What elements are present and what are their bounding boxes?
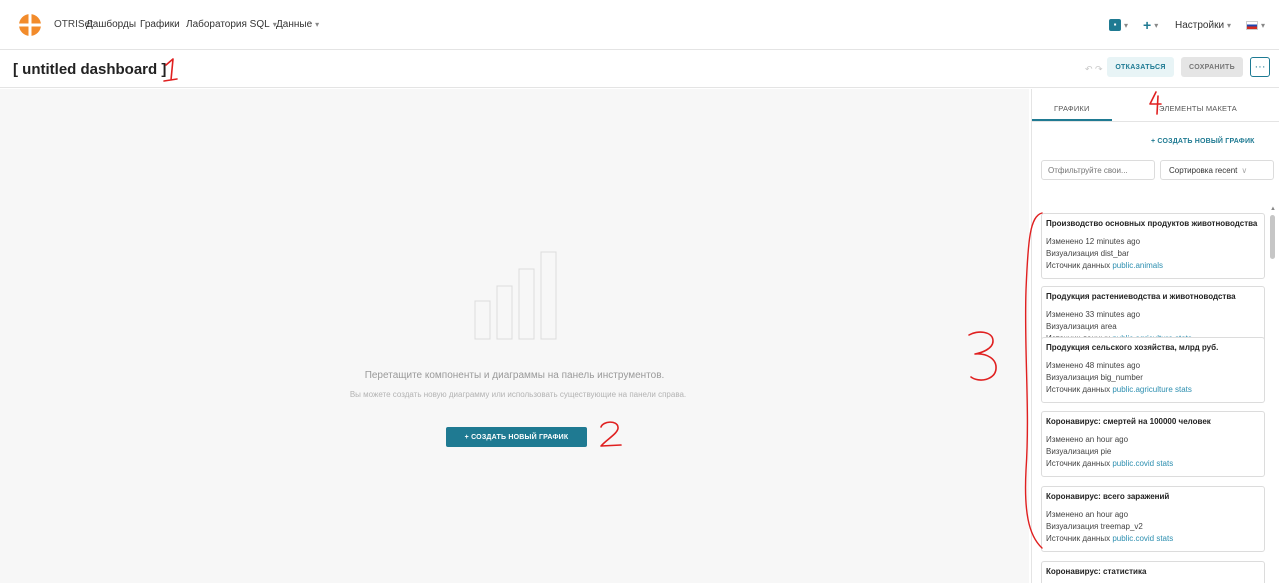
- chart-card[interactable]: Коронавирус: статистика: [1041, 561, 1265, 583]
- chart-card-modified: Изменено an hour ago: [1046, 510, 1129, 519]
- create-new-chart-button[interactable]: + СОЗДАТЬ НОВЫЙ ГРАФИК: [446, 427, 587, 447]
- new-dashboard-menu[interactable]: ▪ ▾: [1109, 14, 1128, 36]
- chart-card[interactable]: Коронавирус: всего заражений Изменено an…: [1041, 486, 1265, 552]
- nav-dashboards[interactable]: Дашборды: [86, 19, 136, 30]
- tab-layout-elements[interactable]: ЭЛЕМЕНТЫ МАКЕТА: [1159, 104, 1237, 113]
- empty-chart-icon: [474, 251, 557, 340]
- discard-button[interactable]: ОТКАЗАТЬСЯ: [1107, 57, 1174, 77]
- chart-card-source: Источник данных public.covid stats: [1046, 459, 1174, 468]
- chevron-down-icon: ▾: [1154, 20, 1159, 30]
- builder-side-panel: ГРАФИКИ ЭЛЕМЕНТЫ МАКЕТА + СОЗДАТЬ НОВЫЙ …: [1031, 89, 1279, 583]
- undo-icon[interactable]: ↶: [1085, 64, 1093, 75]
- top-navbar: OTRISet Дашборды Графики Лаборатория SQL…: [0, 0, 1279, 50]
- chart-card-source: Источник данных public.agriculture stats: [1046, 385, 1192, 394]
- chart-card-title: Коронавирус: статистика: [1046, 567, 1147, 576]
- empty-state-title: Перетащите компоненты и диаграммы на пан…: [364, 370, 665, 381]
- nav-charts[interactable]: Графики: [140, 19, 180, 30]
- chart-card-modified: Изменено 48 minutes ago: [1046, 361, 1141, 370]
- add-menu[interactable]: + ▾: [1143, 14, 1158, 36]
- chart-card-title: Производство основных продуктов животнов…: [1046, 219, 1258, 228]
- chart-card[interactable]: Коронавирус: смертей на 100000 человек И…: [1041, 411, 1265, 477]
- chart-card-modified: Изменено 12 minutes ago: [1046, 237, 1141, 246]
- settings-label: Настройки: [1175, 19, 1225, 31]
- scrollbar-thumb[interactable]: [1270, 215, 1275, 259]
- otriset-logo-icon[interactable]: [16, 13, 44, 37]
- chart-card-title: Продукция сельского хозяйства, млрд руб.: [1046, 343, 1219, 352]
- sort-select[interactable]: Сортировка recent ∨: [1160, 160, 1274, 180]
- scroll-up-arrow-icon[interactable]: ▲: [1270, 206, 1276, 212]
- nav-sql-lab-label: Лаборатория SQL: [186, 19, 270, 30]
- chevron-down-icon: ▾: [1227, 20, 1232, 30]
- nav-data-label: Данные: [276, 19, 313, 30]
- settings-menu[interactable]: Настройки ▾: [1175, 14, 1231, 36]
- chart-card-title: Коронавирус: смертей на 100000 человек: [1046, 417, 1211, 426]
- nav-data[interactable]: Данные ▾: [276, 19, 319, 30]
- chevron-down-icon: ∨: [1241, 166, 1248, 175]
- chart-card[interactable]: Продукция сельского хозяйства, млрд руб.…: [1041, 337, 1265, 403]
- nav-charts-label: Графики: [140, 19, 180, 30]
- chart-card-viz: Визуализация pie: [1046, 447, 1112, 456]
- dashboard-header: [ untitled dashboard ] ↶ ↷ ОТКАЗАТЬСЯ СО…: [0, 51, 1279, 88]
- chart-card-modified: Изменено 33 minutes ago: [1046, 310, 1141, 319]
- sort-select-value: Сортировка recent: [1169, 166, 1238, 175]
- redo-icon[interactable]: ↷: [1095, 64, 1103, 75]
- chart-card[interactable]: Производство основных продуктов животнов…: [1041, 213, 1265, 279]
- more-options-button[interactable]: ···: [1250, 57, 1270, 77]
- datasource-link[interactable]: public.agriculture stats: [1112, 385, 1192, 394]
- tab-charts[interactable]: ГРАФИКИ: [1054, 104, 1090, 113]
- datasource-link[interactable]: public.covid stats: [1112, 459, 1173, 468]
- nav-sql-lab[interactable]: Лаборатория SQL ▾: [186, 19, 277, 30]
- language-menu[interactable]: ▾: [1246, 14, 1265, 36]
- tabs-divider: [1032, 121, 1279, 122]
- chart-card-viz: Визуализация area: [1046, 322, 1117, 331]
- dashboard-title[interactable]: [ untitled dashboard ]: [13, 61, 166, 78]
- chevron-down-icon: ▾: [1124, 20, 1129, 30]
- empty-state-subtitle: Вы можете создать новую диаграмму или ис…: [349, 390, 687, 399]
- chart-card-source: Источник данных public.covid stats: [1046, 534, 1174, 543]
- nav-dashboards-label: Дашборды: [86, 19, 136, 30]
- new-dashboard-icon: ▪: [1109, 19, 1121, 31]
- chart-card-source: Источник данных public.animals: [1046, 261, 1164, 270]
- plus-icon: +: [1143, 17, 1152, 33]
- create-new-chart-link[interactable]: + СОЗДАТЬ НОВЫЙ ГРАФИК: [1151, 138, 1255, 145]
- datasource-link[interactable]: public.animals: [1112, 261, 1163, 270]
- chart-card-modified: Изменено an hour ago: [1046, 435, 1129, 444]
- save-button[interactable]: СОХРАНИТЬ: [1181, 57, 1243, 77]
- dashboard-canvas[interactable]: Перетащите компоненты и диаграммы на пан…: [0, 89, 1029, 583]
- chart-card-viz: Визуализация treemap_v2: [1046, 522, 1143, 531]
- chart-card-viz: Визуализация dist_bar: [1046, 249, 1130, 258]
- chart-card-viz: Визуализация big_number: [1046, 373, 1143, 382]
- chart-card-title: Продукция растениеводства и животноводст…: [1046, 292, 1236, 301]
- chevron-down-icon: ▾: [1261, 20, 1266, 30]
- chart-filter-input[interactable]: [1041, 160, 1155, 180]
- datasource-link[interactable]: public.covid stats: [1112, 534, 1173, 543]
- chart-card-title: Коронавирус: всего заражений: [1046, 492, 1170, 501]
- russian-flag-icon: [1246, 20, 1258, 30]
- chevron-down-icon: ▾: [315, 20, 320, 29]
